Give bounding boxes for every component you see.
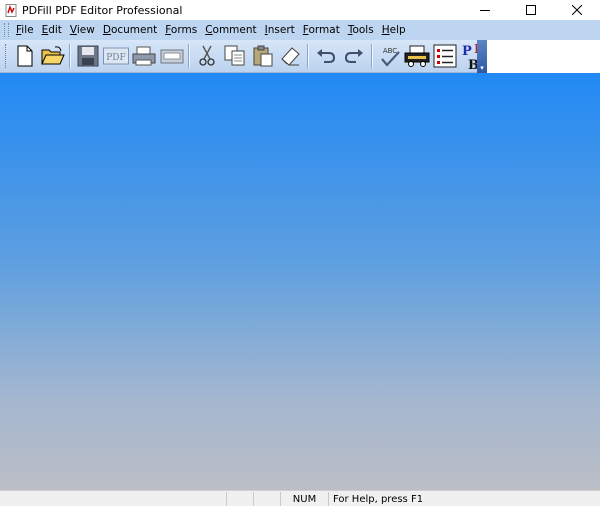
toolbar-separator — [188, 44, 191, 68]
title-bar: PDFill PDF Editor Professional — [0, 0, 600, 20]
redo-button[interactable] — [341, 43, 367, 69]
toolbar: PDF ABC P B — [0, 40, 487, 73]
eraser-button[interactable] — [278, 43, 304, 69]
menu-comment[interactable]: Comment — [201, 24, 260, 36]
status-pane — [226, 492, 253, 506]
minimize-button[interactable] — [462, 0, 508, 20]
close-icon — [572, 5, 582, 15]
toolbar-separator — [307, 44, 310, 68]
app-window: PDFill PDF Editor Professional File Edit… — [0, 0, 600, 506]
help-text: For Help, press F1 — [328, 492, 600, 506]
list-icon — [433, 44, 457, 68]
cut-button[interactable] — [194, 43, 220, 69]
status-bar: NUM For Help, press F1 — [0, 490, 600, 506]
toolbar-overflow-button[interactable]: ▾ — [477, 40, 487, 73]
printer-setup-button[interactable] — [404, 43, 430, 69]
spell-check-button[interactable]: ABC — [377, 43, 403, 69]
list-button[interactable] — [432, 43, 458, 69]
new-document-icon — [17, 45, 33, 67]
redo-icon — [344, 49, 363, 63]
undo-icon — [317, 49, 336, 63]
svg-text:P: P — [462, 44, 472, 59]
pdf-icon: PDF — [103, 47, 130, 65]
menu-tools[interactable]: Tools — [344, 24, 378, 36]
menu-grip-handle[interactable] — [4, 23, 9, 37]
window-controls — [462, 0, 600, 20]
toolbar-separator — [370, 44, 373, 68]
print-button[interactable] — [131, 43, 157, 69]
new-document-button[interactable] — [12, 43, 38, 69]
svg-text:PDF: PDF — [106, 53, 126, 63]
app-icon — [5, 3, 17, 17]
menu-edit[interactable]: Edit — [38, 24, 66, 36]
minimize-icon — [480, 10, 490, 11]
maximize-icon — [526, 5, 536, 15]
toolbar-empty-area — [487, 40, 600, 72]
cut-icon — [199, 45, 215, 66]
save-button[interactable] — [75, 43, 101, 69]
print-icon — [132, 46, 156, 66]
svg-text:ABC: ABC — [382, 47, 396, 55]
menu-help[interactable]: Help — [378, 24, 410, 36]
undo-button[interactable] — [313, 43, 339, 69]
menu-forms[interactable]: Forms — [161, 24, 201, 36]
menu-insert[interactable]: Insert — [261, 24, 299, 36]
scan-icon — [160, 49, 184, 64]
open-folder-icon — [40, 46, 65, 65]
status-pane — [253, 492, 280, 506]
eraser-icon — [281, 47, 301, 66]
spell-check-icon: ABC — [380, 47, 400, 67]
copy-icon — [224, 45, 245, 66]
menu-format[interactable]: Format — [299, 24, 344, 36]
menu-document[interactable]: Document — [99, 24, 161, 36]
close-button[interactable] — [554, 0, 600, 20]
paste-icon — [253, 45, 273, 67]
menu-file[interactable]: File — [12, 24, 38, 36]
status-message-area — [0, 492, 226, 506]
paste-button[interactable] — [250, 43, 276, 69]
window-title: PDFill PDF Editor Professional — [22, 3, 183, 17]
copy-button[interactable] — [222, 43, 248, 69]
pdf-button[interactable]: PDF — [103, 43, 130, 69]
toolbar-separator — [69, 44, 72, 68]
toolbar-grip-handle[interactable] — [5, 44, 8, 68]
save-icon — [77, 45, 99, 67]
document-workspace — [0, 73, 600, 490]
open-button[interactable] — [40, 43, 66, 69]
chevron-down-icon: ▾ — [480, 64, 484, 72]
num-lock-indicator: NUM — [280, 492, 328, 506]
scan-button[interactable] — [159, 43, 185, 69]
maximize-button[interactable] — [508, 0, 554, 20]
menu-bar: File Edit View Document Forms Comment In… — [0, 20, 600, 40]
menu-view[interactable]: View — [66, 24, 99, 36]
printer-setup-icon — [404, 45, 430, 67]
